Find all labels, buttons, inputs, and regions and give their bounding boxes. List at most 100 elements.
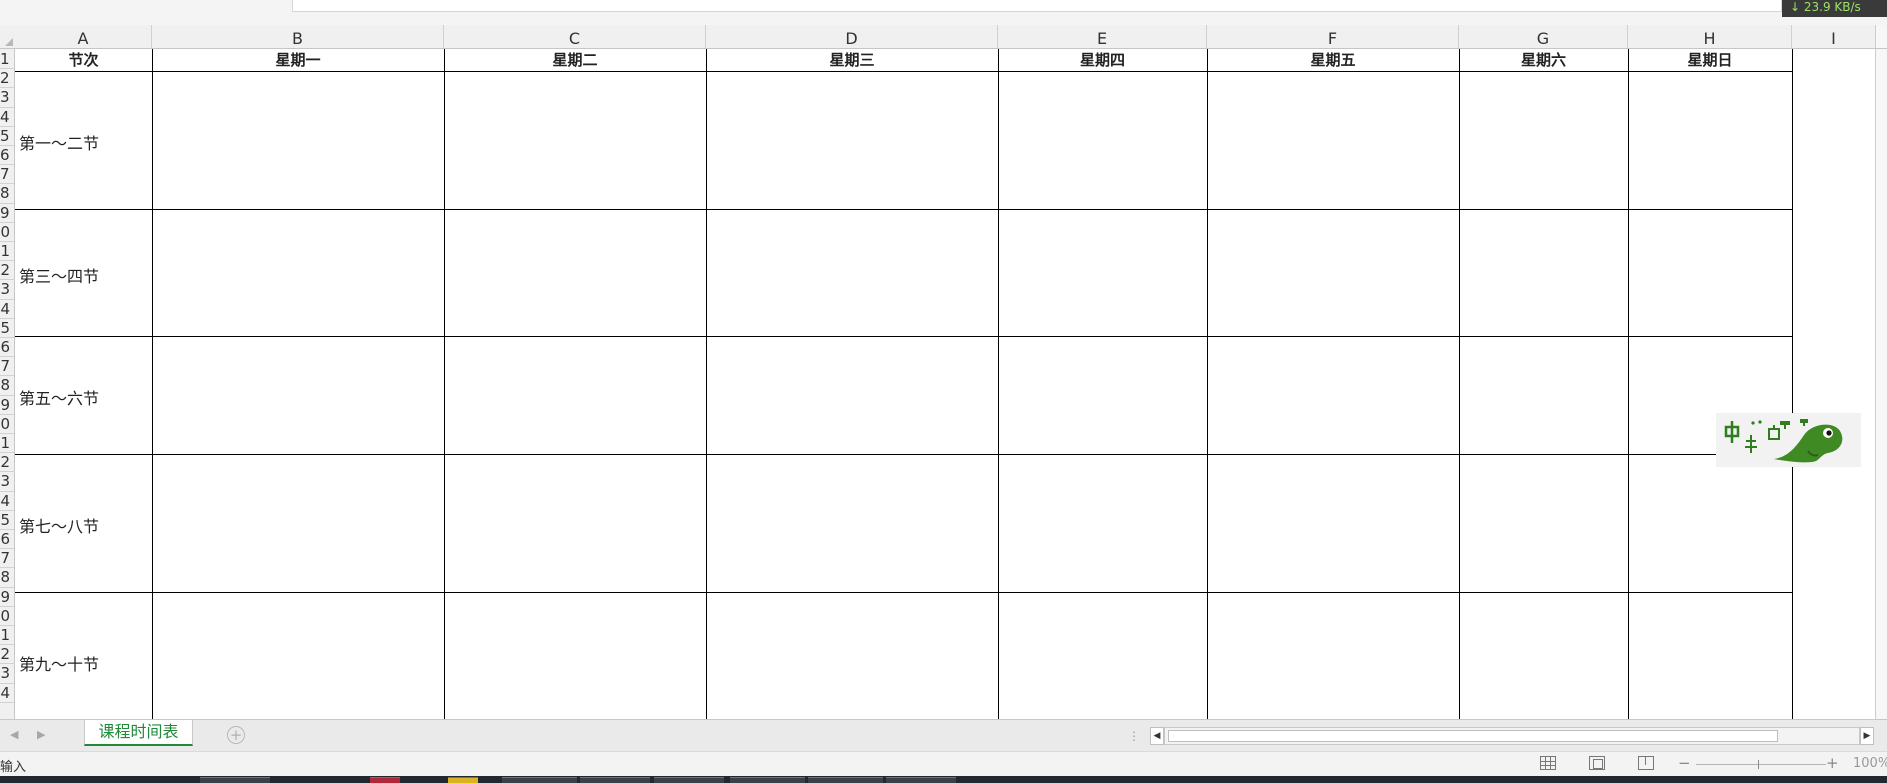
row-header-34[interactable]: 34 xyxy=(0,684,10,702)
vertical-scrollbar[interactable] xyxy=(1875,49,1887,719)
grid-view-icon[interactable] xyxy=(1540,756,1556,770)
row-header-30[interactable]: 30 xyxy=(0,607,10,625)
border-line xyxy=(15,209,1793,210)
row-header-32[interactable]: 32 xyxy=(0,645,10,663)
network-speed-badge: ↓ 23.9 KB/s xyxy=(1782,0,1887,17)
zoom-slider[interactable] xyxy=(1696,760,1826,769)
column-header-g[interactable]: G xyxy=(1459,25,1628,48)
row-header-4[interactable]: 4 xyxy=(0,108,14,126)
border-line xyxy=(15,336,1793,337)
row-header-24[interactable]: 24 xyxy=(0,492,10,510)
vertical-scroll-up[interactable] xyxy=(1875,25,1887,48)
period-cell-1-2[interactable]: 第一～二节 xyxy=(19,130,99,154)
zoom-out-icon[interactable]: − xyxy=(1678,754,1691,772)
horizontal-scroll-thumb[interactable] xyxy=(1168,730,1778,742)
row-header-8[interactable]: 8 xyxy=(0,184,14,202)
taskbar-item[interactable] xyxy=(448,777,478,783)
header-cell-sunday[interactable]: 星期日 xyxy=(1628,49,1792,71)
row-header-21[interactable]: 21 xyxy=(0,434,10,452)
taskbar xyxy=(0,776,1887,783)
row-header-17[interactable]: 17 xyxy=(0,357,10,375)
border-line xyxy=(1628,49,1629,719)
row-header-2[interactable]: 2 xyxy=(0,69,14,87)
page-break-icon[interactable] xyxy=(1638,756,1654,770)
border-line xyxy=(152,49,153,719)
taskbar-item[interactable] xyxy=(370,777,400,783)
row-header-22[interactable]: 22 xyxy=(0,453,10,471)
row-header-27[interactable]: 27 xyxy=(0,549,10,567)
row-header-18[interactable]: 18 xyxy=(0,376,10,394)
row-header-5[interactable]: 5 xyxy=(0,127,14,145)
tab-split-handle[interactable]: ⋮ xyxy=(1128,729,1140,743)
scroll-left-icon[interactable]: ◀ xyxy=(1150,727,1164,745)
header-cell-thursday[interactable]: 星期四 xyxy=(998,49,1207,71)
border-line xyxy=(15,592,1793,593)
header-cell-monday[interactable]: 星期一 xyxy=(152,49,444,71)
row-header-25[interactable]: 25 xyxy=(0,511,10,529)
column-header-b[interactable]: B xyxy=(152,25,444,48)
row-header-33[interactable]: 33 xyxy=(0,664,10,682)
row-header-13[interactable]: 13 xyxy=(0,280,10,298)
page-layout-icon[interactable] xyxy=(1589,756,1605,770)
taskbar-item[interactable] xyxy=(200,777,270,783)
sheet-tab-course-schedule[interactable]: 课程时间表 xyxy=(84,720,193,746)
zoom-level[interactable]: 100% xyxy=(1853,756,1887,771)
row-header-9[interactable]: 9 xyxy=(0,204,14,222)
row-header-16[interactable]: 16 xyxy=(0,338,10,356)
row-header-3[interactable]: 3 xyxy=(0,88,14,106)
column-header-e[interactable]: E xyxy=(998,25,1207,48)
column-header-bar: A B C D E F G H I xyxy=(0,25,1887,49)
taskbar-item[interactable] xyxy=(730,777,805,783)
formula-input[interactable] xyxy=(292,0,1782,12)
row-header-28[interactable]: 28 xyxy=(0,568,10,586)
row-header-23[interactable]: 23 xyxy=(0,472,10,490)
header-cell-tuesday[interactable]: 星期二 xyxy=(444,49,706,71)
zoom-slider-handle[interactable] xyxy=(1758,760,1759,769)
dinosaur-mascot-icon xyxy=(1716,413,1861,467)
header-cell-wednesday[interactable]: 星期三 xyxy=(706,49,998,71)
taskbar-item[interactable] xyxy=(654,777,724,783)
scroll-right-icon[interactable]: ▶ xyxy=(1860,727,1874,745)
column-header-i[interactable]: I xyxy=(1792,25,1875,48)
row-header-20[interactable]: 20 xyxy=(0,415,10,433)
period-cell-7-8[interactable]: 第七～八节 xyxy=(19,513,99,537)
header-cell-period[interactable]: 节次 xyxy=(15,49,152,71)
border-line xyxy=(706,49,707,719)
column-header-h[interactable]: H xyxy=(1628,25,1792,48)
previous-sheet-icon[interactable]: ◀ xyxy=(10,728,18,741)
period-cell-9-10[interactable]: 第九～十节 xyxy=(19,651,99,675)
row-header-15[interactable]: 15 xyxy=(0,319,10,337)
period-cell-3-4[interactable]: 第三～四节 xyxy=(19,263,99,287)
header-cell-saturday[interactable]: 星期六 xyxy=(1459,49,1628,71)
column-header-c[interactable]: C xyxy=(444,25,706,48)
next-sheet-icon[interactable]: ▶ xyxy=(37,728,45,741)
plus-circle-icon[interactable]: + xyxy=(227,726,245,744)
column-header-d[interactable]: D xyxy=(706,25,998,48)
taskbar-item[interactable] xyxy=(580,777,650,783)
select-all-corner[interactable] xyxy=(0,25,15,48)
row-header-6[interactable]: 6 xyxy=(0,146,14,164)
column-header-f[interactable]: F xyxy=(1207,25,1459,48)
row-header-bar: 1234567891011121314151617181920212223242… xyxy=(0,49,15,719)
border-line xyxy=(15,71,1793,72)
header-cell-friday[interactable]: 星期五 xyxy=(1207,49,1459,71)
row-header-12[interactable]: 12 xyxy=(0,261,10,279)
column-header-a[interactable]: A xyxy=(15,25,152,48)
row-header-31[interactable]: 31 xyxy=(0,626,10,644)
row-header-19[interactable]: 19 xyxy=(0,396,10,414)
taskbar-item[interactable] xyxy=(502,777,577,783)
row-header-11[interactable]: 11 xyxy=(0,242,10,260)
zoom-in-icon[interactable]: + xyxy=(1826,754,1839,772)
row-header-26[interactable]: 26 xyxy=(0,530,10,548)
row-header-1[interactable]: 1 xyxy=(0,50,14,68)
border-line xyxy=(1792,49,1793,719)
period-cell-5-6[interactable]: 第五～六节 xyxy=(19,385,99,409)
row-header-14[interactable]: 14 xyxy=(0,300,10,318)
horizontal-scrollbar[interactable] xyxy=(1164,727,1860,745)
taskbar-item[interactable] xyxy=(808,777,883,783)
taskbar-item[interactable] xyxy=(886,777,956,783)
row-header-29[interactable]: 29 xyxy=(0,588,10,606)
row-header-10[interactable]: 10 xyxy=(0,223,10,241)
row-header-7[interactable]: 7 xyxy=(0,165,14,183)
timetable-grid[interactable]: 节次 星期一 星期二 星期三 星期四 星期五 星期六 星期日 第一～二节 第三～… xyxy=(15,49,1875,719)
